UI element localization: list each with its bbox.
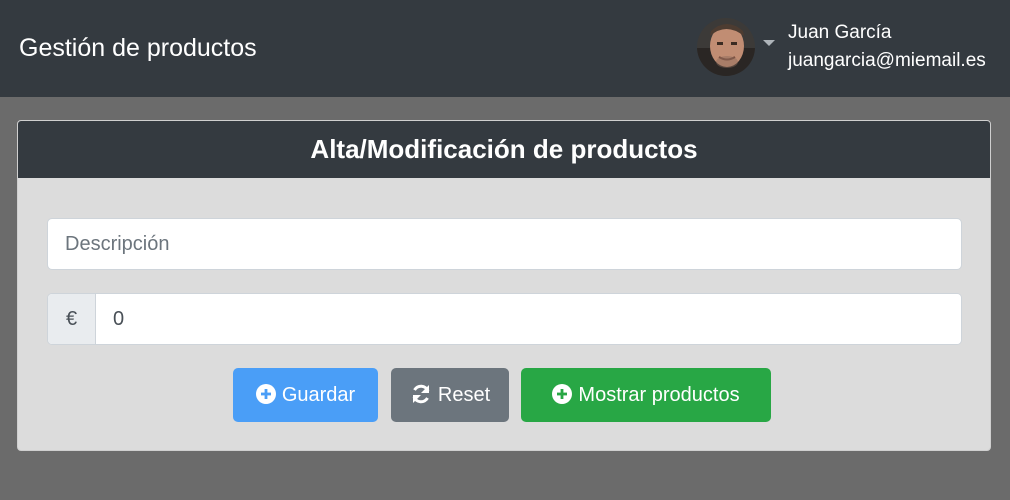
user-name: Juan García xyxy=(788,22,892,43)
price-input[interactable] xyxy=(96,294,961,344)
save-button-label: Guardar xyxy=(281,384,356,406)
user-avatar xyxy=(697,18,755,76)
price-input-group: € xyxy=(47,293,962,345)
reset-button-label: Reset xyxy=(437,384,491,406)
description-input[interactable] xyxy=(47,218,962,270)
plus-circle-icon xyxy=(255,383,276,404)
app-title[interactable]: Gestión de productos xyxy=(19,30,257,66)
euro-currency-addon: € xyxy=(48,294,96,344)
plus-circle-icon xyxy=(552,383,573,404)
product-form-card: Alta/Modificación de productos € Guardar… xyxy=(17,120,991,451)
user-menu-toggle[interactable] xyxy=(697,18,781,78)
reset-button[interactable]: Reset xyxy=(391,368,509,422)
show-products-button-label: Mostrar productos xyxy=(578,384,740,406)
show-products-button[interactable]: Mostrar productos xyxy=(521,368,771,422)
save-button[interactable]: Guardar xyxy=(233,368,378,422)
chevron-down-icon xyxy=(763,40,775,46)
user-email: juangarcia@miemail.es xyxy=(788,50,986,71)
top-navbar: Gestión de productos Juan García juangar… xyxy=(0,0,1010,97)
form-title: Alta/Modificación de productos xyxy=(18,121,990,178)
refresh-icon xyxy=(410,383,432,405)
